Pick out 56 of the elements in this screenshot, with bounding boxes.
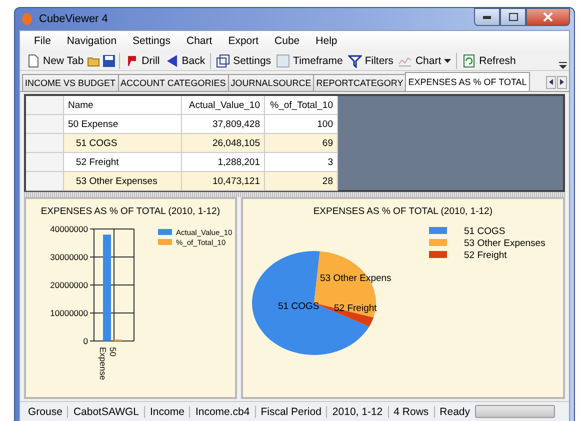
- back-button[interactable]: Back: [162, 52, 208, 70]
- chart-button[interactable]: Chart: [396, 52, 454, 70]
- axis-label: 20000000: [50, 280, 88, 290]
- menu-item[interactable]: Help: [308, 35, 346, 47]
- tab[interactable]: INCOME VS BUDGET: [22, 74, 119, 91]
- drill-button[interactable]: Drill: [122, 52, 162, 70]
- axis-label: 30000000: [50, 252, 88, 262]
- tab[interactable]: JOURNALSOURCE: [228, 74, 314, 91]
- status-text: 4 Rows: [388, 406, 435, 418]
- menu-item[interactable]: Navigation: [58, 35, 125, 47]
- status-text: Income: [145, 406, 190, 418]
- table-cell: 26,048,105: [182, 134, 265, 153]
- tab[interactable]: ACCOUNT CATEGORIES: [118, 74, 229, 91]
- table-cell: 52 Freight: [64, 153, 182, 172]
- chart-title: EXPENSES AS % OF TOTAL (2010, 1-12): [313, 206, 492, 217]
- chart-title: EXPENSES AS % OF TOTAL (2010, 1-12): [40, 206, 220, 217]
- column-header[interactable]: %_of_Total_10: [265, 96, 338, 115]
- column-header[interactable]: Actual_Value_10: [182, 96, 265, 115]
- menu-item[interactable]: Chart: [178, 35, 220, 47]
- axis-label: 40000000: [50, 224, 88, 234]
- new-tab-button[interactable]: New Tab: [24, 52, 86, 70]
- table-cell: 51 COGS: [64, 134, 182, 153]
- window-title: CubeViewer 4: [39, 13, 109, 25]
- menu-item[interactable]: Settings: [124, 35, 178, 47]
- status-text: 2010, 1-12: [327, 406, 389, 418]
- table-cell: 1,288,201: [182, 153, 265, 172]
- status-text: Fiscal Period: [256, 406, 328, 418]
- table-cell: 100: [265, 115, 338, 134]
- axis-label: 10000000: [50, 308, 88, 318]
- table-cell: 53 Other Expenses: [64, 172, 182, 191]
- slice-label: 51 COGS: [278, 301, 320, 312]
- tab[interactable]: REPORTCATEGORY: [313, 74, 406, 91]
- menu-item[interactable]: Cube: [266, 35, 308, 47]
- table-cell: 50 Expense: [64, 115, 182, 134]
- timeframe-button[interactable]: Timeframe: [274, 52, 345, 70]
- legend-label: 53 Other Expenses: [464, 238, 546, 249]
- status-text: Ready: [438, 406, 472, 418]
- axis-label: 0: [84, 336, 88, 346]
- legend-label: 52 Freight: [464, 250, 507, 261]
- settings-button[interactable]: Settings: [214, 52, 274, 70]
- status-text: Income.cb4: [190, 406, 256, 418]
- menu-item[interactable]: Export: [220, 35, 267, 47]
- table-cell: 28: [265, 172, 338, 191]
- column-header[interactable]: Name: [64, 96, 182, 115]
- legend-label: 51 COGS: [464, 226, 506, 237]
- filters-button[interactable]: Filters: [346, 52, 396, 70]
- axis-label: 50 Expense: [98, 347, 118, 380]
- refresh-button[interactable]: Refresh: [460, 52, 518, 70]
- table-cell: 69: [265, 134, 338, 153]
- table-cell: 3: [265, 153, 338, 172]
- table-cell: 37,809,428: [182, 115, 265, 134]
- table-cell: 10,473,121: [182, 172, 265, 191]
- status-text: CabotSAWGL: [68, 406, 145, 418]
- status-text: Grouse: [23, 406, 68, 418]
- menu-item[interactable]: File: [26, 35, 59, 47]
- tab[interactable]: EXPENSES AS % OF TOTAL: [405, 72, 530, 91]
